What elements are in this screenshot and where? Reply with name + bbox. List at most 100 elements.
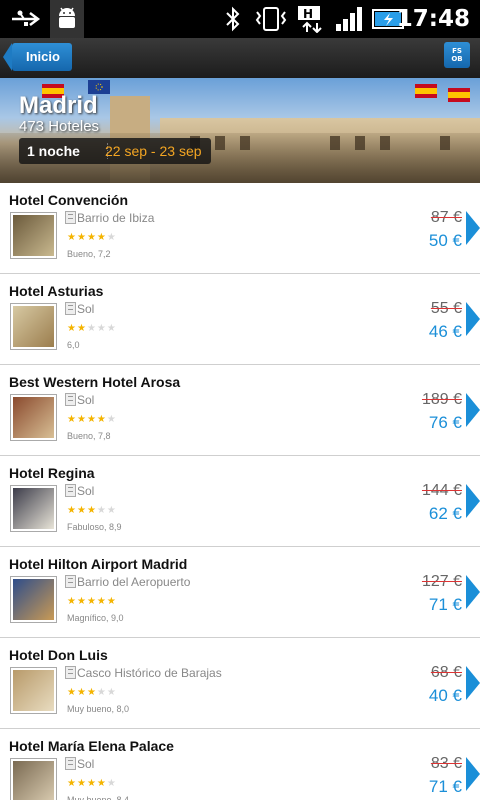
star-filled-icon: ★ — [86, 232, 97, 243]
star-empty-icon: ★ — [106, 414, 117, 425]
back-button-label: Inicio — [26, 49, 60, 64]
hotel-count: 473 Hoteles — [19, 118, 100, 135]
chevron-right-icon[interactable] — [466, 393, 480, 427]
android-debug-icon — [50, 0, 84, 38]
signal-icon — [332, 0, 366, 38]
hotel-list-item[interactable]: Hotel María Elena Palace Sol ★★★★★ Muy buen… — [0, 729, 480, 800]
hotel-list: Hotel Convención Barrio de Ibiza ★★★★★ Buen… — [0, 183, 480, 800]
star-filled-icon: ★ — [86, 596, 97, 607]
chevron-right-icon[interactable] — [466, 757, 480, 791]
discount-price: 40 € — [428, 686, 462, 705]
hotel-thumbnail — [10, 576, 57, 623]
review-score: Fabuloso, 8,9 — [67, 522, 122, 532]
hotel-location: Barrio de Ibiza — [77, 211, 155, 225]
discount-price: 50 € — [428, 231, 462, 250]
chevron-right-icon[interactable] — [466, 211, 480, 245]
hotel-list-item[interactable]: Hotel Regina Sol ★★★★★ Fabuloso, 8,9 144 €62… — [0, 456, 480, 547]
location-icon — [65, 393, 76, 406]
star-empty-icon: ★ — [106, 232, 117, 243]
hotel-thumbnail — [10, 303, 57, 350]
original-price: 189 € — [421, 391, 462, 408]
map-button-label-bottom: OB — [451, 55, 463, 63]
star-filled-icon: ★ — [76, 232, 87, 243]
discount-price: 46 € — [428, 322, 462, 341]
star-empty-icon: ★ — [106, 687, 117, 698]
map-button[interactable]: FS OB — [444, 42, 470, 68]
location-icon — [65, 575, 76, 588]
star-filled-icon: ★ — [76, 505, 87, 516]
back-button[interactable]: Inicio — [3, 43, 72, 71]
original-price: 83 € — [430, 755, 462, 772]
hotel-name: Best Western Hotel Arosa — [9, 374, 181, 390]
bluetooth-icon — [222, 0, 244, 38]
hotel-list-item[interactable]: Hotel Asturias Sol ★★★★★ 6,0 55 € 46 € — [0, 274, 480, 365]
star-filled-icon: ★ — [106, 596, 117, 607]
hotel-list-item[interactable]: Hotel Don Luis Casco Histórico de Barajas… — [0, 638, 480, 729]
app-screen: H 17:48 Inicio FS OB Madrid 473 Hoteles … — [0, 0, 480, 800]
star-filled-icon: ★ — [76, 687, 87, 698]
hotel-name: Hotel Convención — [9, 192, 129, 208]
star-filled-icon: ★ — [67, 414, 77, 425]
star-rating: ★★★★★ — [67, 505, 117, 516]
discount-price: 71 € — [428, 777, 462, 796]
star-filled-icon: ★ — [76, 596, 87, 607]
star-filled-icon: ★ — [96, 778, 107, 789]
location-icon — [65, 484, 76, 497]
discount-price: 71 € — [428, 595, 462, 614]
chevron-right-icon[interactable] — [466, 575, 480, 609]
date-range: 22 sep - 23 sep — [105, 143, 202, 159]
location-icon — [65, 757, 76, 770]
city-name: Madrid — [19, 92, 98, 119]
star-rating: ★★★★★ — [67, 414, 117, 425]
spain-flag-icon — [448, 88, 470, 102]
star-rating: ★★★★★ — [67, 778, 117, 789]
original-price: 144 € — [421, 482, 462, 499]
hotel-location: Sol — [77, 484, 95, 498]
location-icon — [65, 211, 76, 224]
original-price: 127 € — [421, 573, 462, 590]
vibrate-icon — [252, 0, 290, 38]
star-filled-icon: ★ — [86, 778, 97, 789]
original-price: 87 € — [430, 209, 462, 226]
spain-flag-icon — [415, 84, 437, 98]
star-rating: ★★★★★ — [67, 232, 117, 243]
star-rating: ★★★★★ — [67, 596, 117, 607]
hotel-name: Hotel Don Luis — [9, 647, 108, 663]
star-filled-icon: ★ — [67, 232, 77, 243]
star-filled-icon: ★ — [96, 596, 107, 607]
hotel-location: Sol — [77, 393, 95, 407]
hotel-list-item[interactable]: Hotel Convención Barrio de Ibiza ★★★★★ Buen… — [0, 183, 480, 274]
location-icon — [65, 666, 76, 679]
star-empty-icon: ★ — [86, 323, 97, 334]
map-button-label-top: FS — [452, 47, 462, 55]
chevron-right-icon[interactable] — [466, 484, 480, 518]
review-score: Bueno, 7,2 — [67, 249, 111, 259]
star-empty-icon: ★ — [96, 505, 107, 516]
star-empty-icon: ★ — [106, 323, 117, 334]
star-filled-icon: ★ — [76, 778, 87, 789]
star-filled-icon: ★ — [76, 323, 87, 334]
hotel-thumbnail — [10, 667, 57, 714]
chevron-right-icon[interactable] — [466, 302, 480, 336]
hotel-name: Hotel Asturias — [9, 283, 104, 299]
star-filled-icon: ★ — [86, 414, 97, 425]
star-filled-icon: ★ — [86, 505, 97, 516]
hotel-location: Sol — [77, 757, 95, 771]
review-score: 6,0 — [67, 340, 80, 350]
original-price: 55 € — [430, 300, 462, 317]
hotel-location: Sol — [77, 302, 95, 316]
date-selector[interactable]: 1 noche 22 sep - 23 sep — [19, 138, 211, 164]
status-time: 17:48 — [396, 6, 470, 32]
star-filled-icon: ★ — [86, 687, 97, 698]
star-rating: ★★★★★ — [67, 687, 117, 698]
star-empty-icon: ★ — [106, 778, 117, 789]
hotel-thumbnail — [10, 212, 57, 259]
review-score: Magnífico, 9,0 — [67, 613, 124, 623]
chevron-right-icon[interactable] — [466, 666, 480, 700]
status-bar: H 17:48 — [0, 0, 480, 38]
hotel-list-item[interactable]: Best Western Hotel Arosa Sol ★★★★★ Bueno, 7… — [0, 365, 480, 456]
star-rating: ★★★★★ — [67, 323, 117, 334]
hotel-list-item[interactable]: Hotel Hilton Airport Madrid Barrio del Ae… — [0, 547, 480, 638]
discount-price: 76 € — [428, 413, 462, 432]
usb-icon — [8, 0, 44, 38]
